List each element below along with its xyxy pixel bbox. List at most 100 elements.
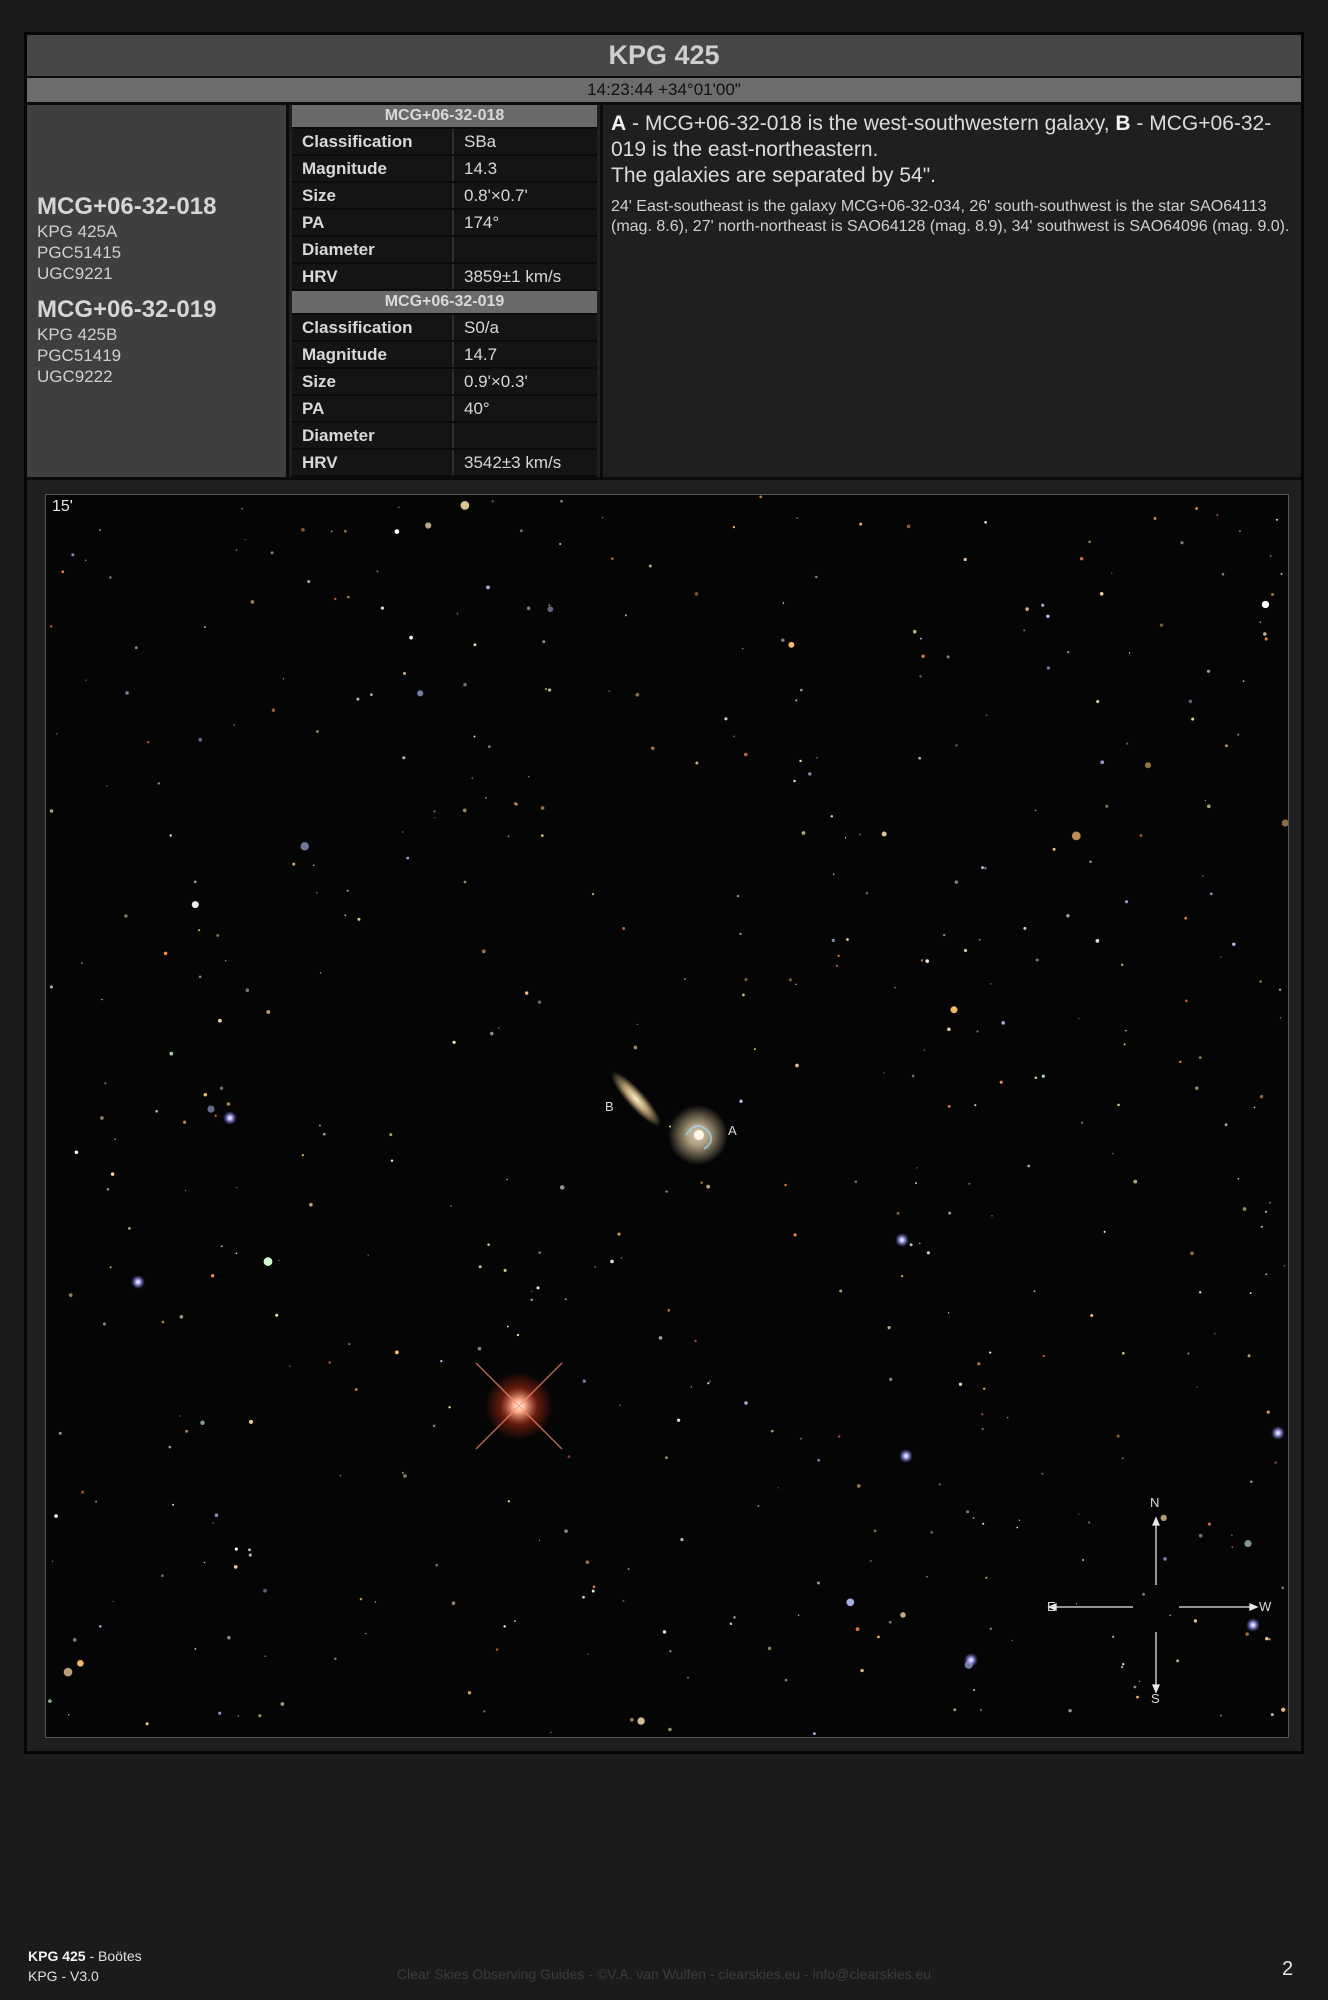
star (124, 914, 128, 918)
star (503, 1625, 506, 1628)
star (1180, 541, 1184, 545)
star (328, 1361, 331, 1364)
star (963, 557, 967, 562)
star (49, 809, 54, 813)
star (859, 522, 863, 526)
star (918, 756, 922, 760)
star (538, 1251, 542, 1254)
row-value: 3859±1 km/s (464, 267, 562, 286)
star (950, 1006, 958, 1014)
star (1088, 1521, 1091, 1524)
star (210, 1274, 215, 1278)
star (536, 1286, 540, 1290)
star (467, 1691, 472, 1695)
star (767, 1646, 772, 1651)
star (1138, 1680, 1141, 1683)
star (1224, 1123, 1228, 1127)
star (334, 597, 337, 601)
star (889, 1377, 893, 1382)
star (635, 692, 640, 697)
star (796, 517, 798, 519)
star (966, 1510, 970, 1514)
star (448, 1406, 451, 1409)
star (207, 1105, 215, 1113)
star (733, 1616, 736, 1619)
star (1046, 666, 1051, 670)
star (909, 1243, 913, 1247)
star (1075, 1603, 1078, 1605)
star (999, 1080, 1003, 1084)
star (292, 862, 296, 866)
star (1133, 1179, 1138, 1184)
star (1281, 819, 1288, 827)
star (1159, 623, 1164, 627)
star (795, 699, 798, 702)
star (912, 629, 917, 634)
star (732, 525, 736, 529)
star (214, 1114, 217, 1117)
star (968, 1182, 971, 1185)
star (1160, 1514, 1167, 1522)
star (433, 810, 436, 813)
table-row: Diameter (292, 237, 597, 264)
star (637, 1717, 645, 1725)
star (244, 539, 246, 541)
bright-blue-star (223, 1111, 237, 1125)
row-value: 0.8'×0.7' (464, 186, 528, 205)
star (542, 640, 546, 644)
star (1214, 1333, 1216, 1335)
star (972, 1516, 975, 1519)
star (530, 1290, 533, 1293)
star (347, 595, 350, 599)
star (452, 1040, 456, 1044)
footer-credit: Clear Skies Observing Guides - ©V.A. van… (396, 1966, 932, 1982)
star (356, 697, 360, 701)
star (319, 972, 322, 974)
star (1259, 1094, 1264, 1099)
star (456, 612, 459, 615)
row-key: Magnitude (292, 342, 454, 367)
bright-blue-star (895, 1233, 909, 1247)
star (1202, 875, 1204, 877)
star (1078, 1017, 1080, 1020)
star (319, 1124, 321, 1127)
star (434, 817, 436, 819)
row-value: 14.3 (464, 159, 498, 178)
star (77, 1659, 84, 1667)
star (1153, 516, 1157, 521)
star (483, 1710, 486, 1713)
star (80, 1490, 85, 1494)
star (514, 1620, 516, 1622)
star (471, 777, 474, 779)
star (900, 1274, 904, 1278)
star (1190, 1251, 1194, 1256)
star (894, 986, 896, 989)
star (462, 808, 467, 813)
star (212, 1522, 214, 1524)
star (473, 643, 477, 647)
star (587, 1653, 589, 1655)
star (591, 892, 595, 896)
star (1207, 1522, 1211, 1526)
star (506, 1178, 508, 1181)
star (219, 1086, 224, 1090)
star (1253, 1106, 1256, 1109)
star (1216, 514, 1219, 516)
star (651, 746, 655, 751)
galaxy-a-alias: UGC9221 (37, 264, 113, 283)
star (157, 782, 160, 785)
star (926, 1576, 928, 1578)
star (450, 1205, 452, 1207)
star (860, 1668, 864, 1673)
star (1023, 926, 1027, 930)
star (1144, 762, 1152, 769)
star (203, 625, 207, 629)
star (591, 1589, 595, 1593)
star (1068, 1709, 1072, 1713)
star (67, 1714, 70, 1716)
star (1112, 1635, 1115, 1638)
star (1184, 916, 1188, 920)
star (1269, 554, 1272, 557)
star (248, 1553, 252, 1557)
star (979, 1708, 983, 1712)
